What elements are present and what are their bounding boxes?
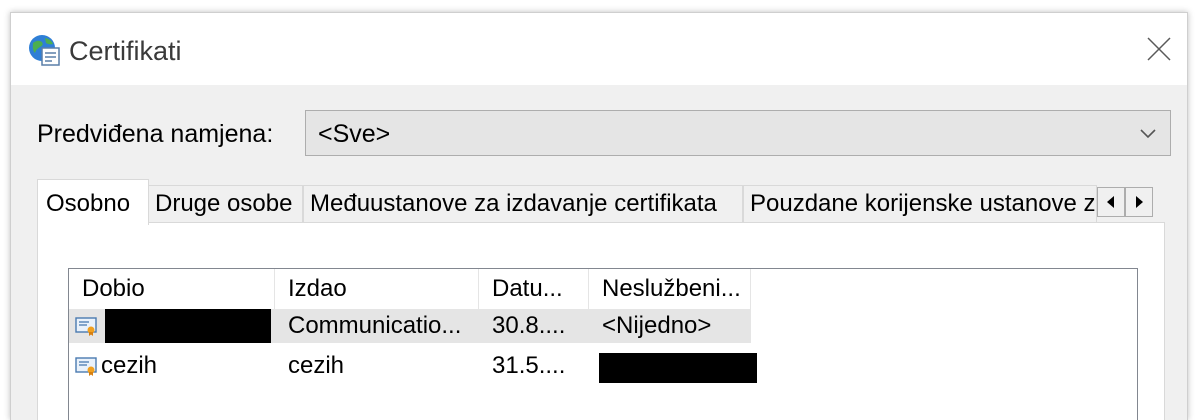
certificate-icon bbox=[75, 317, 97, 336]
column-header-issued-to[interactable]: Dobio bbox=[69, 269, 275, 309]
background-strip bbox=[0, 0, 1196, 12]
column-header-issued-by[interactable]: Izdao bbox=[275, 269, 479, 309]
chevron-down-icon bbox=[1140, 129, 1156, 139]
certificates-dialog: Certifikati Predviđena namjena: <Sve> Os… bbox=[10, 12, 1188, 420]
close-icon bbox=[1147, 37, 1171, 61]
redacted-issued-to bbox=[105, 309, 271, 343]
arrow-left-icon bbox=[1107, 196, 1114, 208]
tab-scroll-left-button[interactable] bbox=[1097, 187, 1125, 217]
close-button[interactable] bbox=[1131, 21, 1187, 77]
title-bar: Certifikati bbox=[11, 13, 1187, 85]
cell-expiration: 30.8.... bbox=[492, 312, 566, 339]
tab-scroll-right-button[interactable] bbox=[1125, 187, 1153, 217]
intended-purpose-value: <Sve> bbox=[318, 120, 391, 148]
cell-expiration: 31.5.... bbox=[492, 352, 566, 379]
cell-issued-by: Communicatio... bbox=[288, 312, 462, 339]
tab-label: Pouzdane korijenske ustanove za izdavanj… bbox=[750, 190, 1096, 217]
table-row[interactable]: cezih cezih 31.5.... bbox=[69, 349, 757, 383]
tab-personal[interactable]: Osobno bbox=[37, 179, 149, 225]
tab-label: Osobno bbox=[46, 190, 131, 217]
cell-friendly-name: <Nijedno> bbox=[602, 312, 712, 339]
tab-label: Međuustanove za izdavanje certifikata bbox=[310, 190, 717, 217]
certificate-icon bbox=[75, 357, 97, 376]
cell-issued-by: cezih bbox=[288, 352, 345, 379]
tab-trusted-root-cas[interactable]: Pouzdane korijenske ustanove za izdavanj… bbox=[743, 185, 1097, 223]
column-header-friendly-name[interactable]: Neslužbeni... bbox=[589, 269, 751, 309]
redacted-friendly-name bbox=[599, 353, 757, 383]
certificate-globe-icon bbox=[29, 35, 60, 66]
window-title: Certifikati bbox=[69, 36, 182, 66]
arrow-right-icon bbox=[1136, 196, 1143, 208]
cell-issued-to: cezih bbox=[101, 352, 158, 379]
column-header-expiration[interactable]: Datu... bbox=[479, 269, 589, 309]
intended-purpose-label: Predviđena namjena: bbox=[37, 120, 274, 148]
intended-purpose-dropdown[interactable]: <Sve> bbox=[305, 110, 1171, 156]
certificate-list[interactable]: Dobio Izdao Datu... Neslužbeni... Commun… bbox=[68, 268, 1138, 420]
tab-panel: Dobio Izdao Datu... Neslužbeni... Commun… bbox=[37, 222, 1165, 420]
tab-intermediate-cas[interactable]: Međuustanove za izdavanje certifikata bbox=[303, 185, 743, 223]
tab-strip: Osobno Druge osobe Međuustanove za izdav… bbox=[11, 179, 1187, 225]
tab-label: Druge osobe bbox=[155, 190, 293, 217]
table-row[interactable]: Communicatio... 30.8.... <Nijedno> bbox=[69, 309, 751, 343]
tab-other-people[interactable]: Druge osobe bbox=[148, 185, 303, 223]
